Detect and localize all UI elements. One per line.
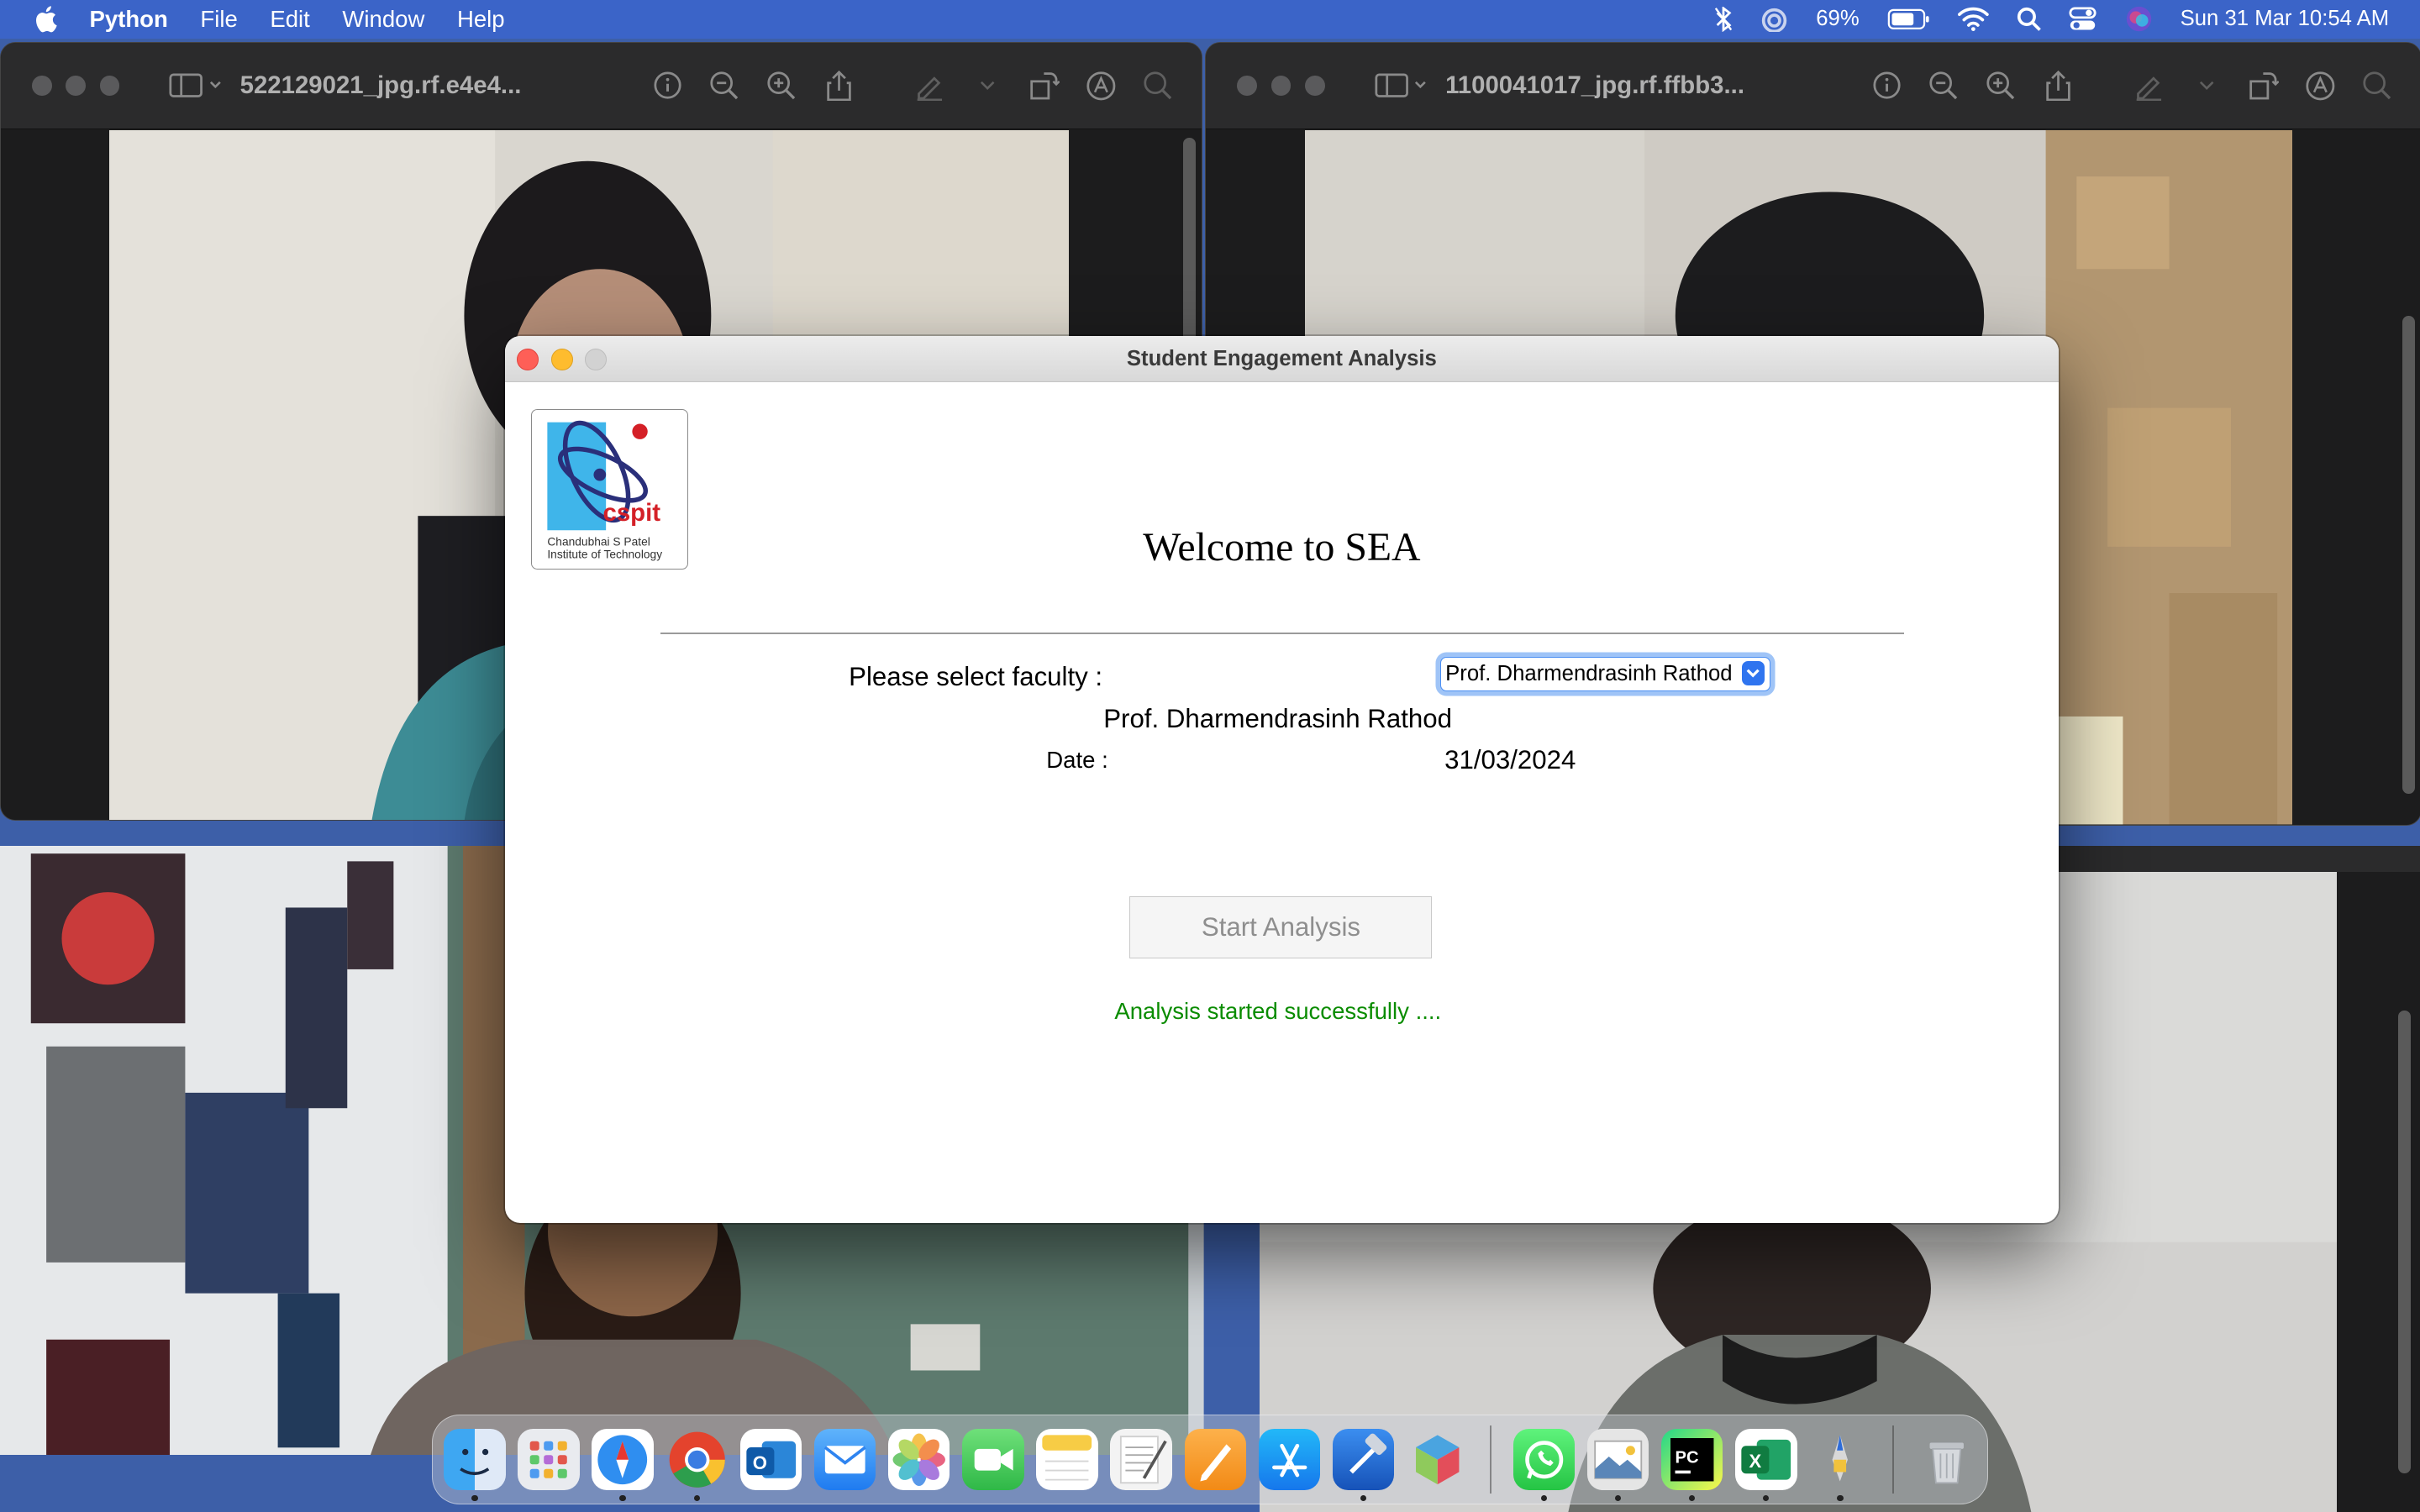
markup-icon[interactable] <box>1086 71 1117 102</box>
zoom-in-icon[interactable] <box>766 71 797 102</box>
markup-icon[interactable] <box>2305 71 2336 102</box>
dock: O PC X <box>432 1415 1988 1504</box>
dock-separator <box>1892 1425 1895 1494</box>
window-controls[interactable] <box>1237 76 1325 96</box>
window-controls[interactable] <box>31 76 120 96</box>
dialog-titlebar: Student Engagement Analysis <box>504 336 2060 382</box>
markup-pen-icon[interactable] <box>914 71 945 102</box>
info-icon[interactable] <box>652 71 683 102</box>
svg-text:PC: PC <box>1675 1448 1698 1467</box>
faculty-select-value: Prof. Dharmendrasinh Rathod <box>1445 662 1733 686</box>
preview-toolbar: 1100041017_jpg.rf.ffbb3... <box>1206 42 2420 130</box>
svg-text:X: X <box>1749 1451 1762 1472</box>
share-icon[interactable] <box>2043 70 2074 102</box>
menu-file[interactable]: File <box>200 6 237 33</box>
faculty-select[interactable]: Prof. Dharmendrasinh Rathod <box>1439 657 1770 691</box>
menu-edit[interactable]: Edit <box>270 6 309 33</box>
dock-trash-icon[interactable] <box>1916 1429 1977 1490</box>
scrollbar[interactable] <box>2402 315 2415 795</box>
selected-faculty-text: Prof. Dharmendrasinh Rathod <box>1103 703 1452 733</box>
zoom-in-icon[interactable] <box>1986 71 2017 102</box>
zoom-button[interactable] <box>585 349 608 370</box>
siri-icon[interactable] <box>2125 5 2153 33</box>
dock-chrome-icon[interactable] <box>666 1429 728 1502</box>
menubar-clock[interactable]: Sun 31 Mar 10:54 AM <box>2181 7 2390 31</box>
markup-dropdown-icon[interactable] <box>2191 71 2222 102</box>
minimize-button[interactable] <box>550 349 573 370</box>
menu-help[interactable]: Help <box>457 6 505 33</box>
dock-whatsapp-icon[interactable] <box>1512 1428 1576 1502</box>
logo-text: cspit <box>602 499 660 527</box>
dock-mail-icon[interactable] <box>813 1428 876 1491</box>
menu-app-python[interactable]: Python <box>89 6 167 33</box>
faculty-label: Please select faculty : <box>849 661 1103 691</box>
sea-dialog: Student Engagement Analysis cspit Chandu… <box>504 336 2060 1224</box>
preview-window-3-toolbar <box>2059 845 2420 872</box>
dock-pen-icon[interactable] <box>1809 1429 1870 1502</box>
zoom-out-icon[interactable] <box>1928 71 1960 102</box>
preview-toolbar: 522129021_jpg.rf.e4e4... <box>1 42 1202 130</box>
control-center-icon[interactable] <box>2069 7 2096 31</box>
search-icon[interactable] <box>1143 71 1174 102</box>
markup-pen-icon[interactable] <box>2133 71 2165 102</box>
share-icon[interactable] <box>823 70 855 102</box>
battery-percent: 69% <box>1816 7 1860 31</box>
dock-blender-icon[interactable] <box>1407 1429 1468 1490</box>
airdrop-icon[interactable] <box>1760 7 1788 32</box>
battery-icon[interactable] <box>1887 8 1930 30</box>
zoom-out-icon[interactable] <box>709 71 740 102</box>
dock-facetime-icon[interactable] <box>962 1428 1024 1491</box>
dock-separator <box>1490 1425 1491 1494</box>
dock-excel-icon[interactable]: X <box>1735 1428 1797 1502</box>
separator <box>660 633 1905 634</box>
dock-photos-icon[interactable] <box>887 1428 950 1491</box>
date-label: Date : <box>1046 746 1108 773</box>
svg-text:O: O <box>752 1452 766 1473</box>
preview-window-3-sidebar <box>2336 871 2420 1512</box>
dock-notes-icon[interactable] <box>1036 1428 1098 1491</box>
dock-outlook-icon[interactable]: O <box>739 1428 802 1491</box>
welcome-heading: Welcome to SEA <box>1143 525 1421 570</box>
search-icon[interactable] <box>2362 71 2393 102</box>
sidebar-toggle-icon[interactable] <box>169 73 221 98</box>
close-button[interactable] <box>517 349 539 370</box>
sidebar-toggle-icon[interactable] <box>1375 73 1427 98</box>
wifi-icon[interactable] <box>1958 7 1989 32</box>
rotate-icon[interactable] <box>1028 71 1060 102</box>
bluetooth-icon[interactable] <box>1714 7 1733 32</box>
search-icon[interactable] <box>2017 7 2041 32</box>
menu-window[interactable]: Window <box>342 6 424 33</box>
chevron-down-icon <box>1741 661 1765 686</box>
scrollbar[interactable] <box>2398 1011 2411 1474</box>
dock-preview-icon[interactable] <box>1586 1428 1649 1502</box>
preview-title: 522129021_jpg.rf.e4e4... <box>239 71 522 99</box>
dock-launchpad-icon[interactable] <box>518 1428 580 1491</box>
dock-pages-icon[interactable] <box>1184 1428 1246 1491</box>
apple-icon[interactable] <box>31 5 59 33</box>
dock-pycharm-icon[interactable]: PC <box>1660 1428 1723 1502</box>
dock-xcode-icon[interactable] <box>1332 1428 1395 1502</box>
markup-dropdown-icon[interactable] <box>971 71 1002 102</box>
start-analysis-button[interactable]: Start Analysis <box>1129 896 1433 958</box>
preview-title: 1100041017_jpg.rf.ffbb3... <box>1445 71 1745 99</box>
dock-textedit-icon[interactable] <box>1110 1428 1172 1491</box>
dock-appstore-icon[interactable] <box>1258 1428 1321 1491</box>
dialog-title: Student Engagement Analysis <box>1126 346 1437 370</box>
info-icon[interactable] <box>1871 71 1902 102</box>
dock-safari-icon[interactable] <box>592 1428 654 1502</box>
rotate-icon[interactable] <box>2248 71 2279 102</box>
date-value: 31/03/2024 <box>1444 745 1576 775</box>
dock-finder-icon[interactable] <box>444 1428 506 1502</box>
status-message: Analysis started successfully .... <box>1114 998 1442 1025</box>
menu-bar: Python File Edit Window Help 69% Sun 31 … <box>0 0 2420 39</box>
